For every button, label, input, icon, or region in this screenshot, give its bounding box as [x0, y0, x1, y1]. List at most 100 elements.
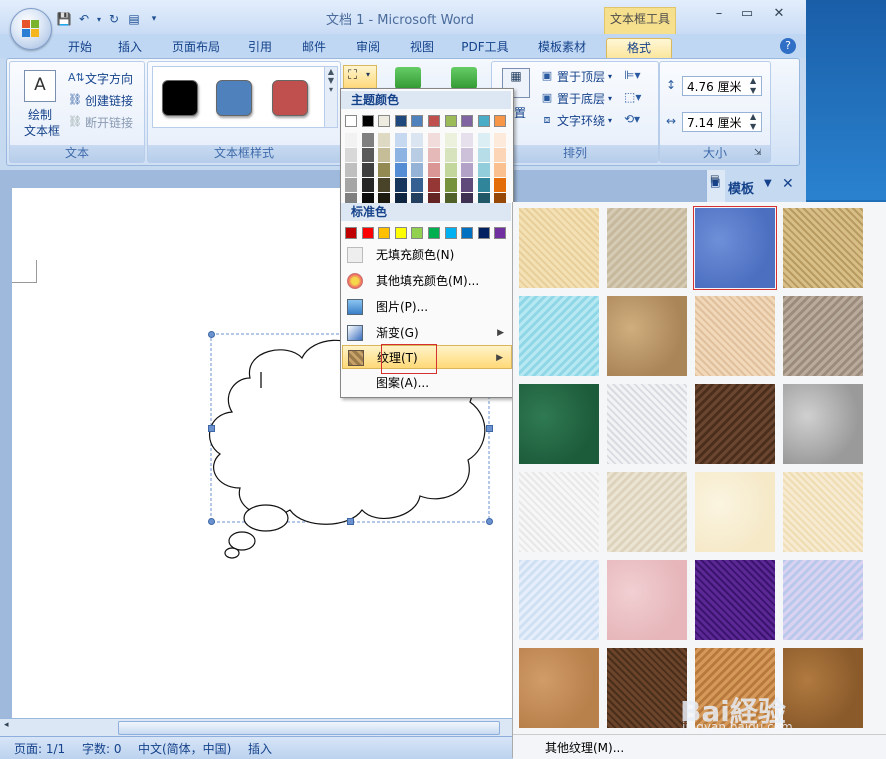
word-count[interactable]: 字数: 0 [82, 740, 122, 757]
tab-view[interactable]: 视图 [404, 38, 440, 58]
style-swatch-red[interactable] [272, 80, 308, 116]
close-button[interactable]: ✕ [764, 6, 794, 24]
texture-swatch-walnut[interactable] [607, 648, 687, 728]
texture-swatch-papyrus[interactable] [519, 208, 599, 288]
theme-shade-swatch[interactable] [428, 163, 440, 177]
theme-shade-swatch[interactable] [494, 163, 507, 177]
tab-home[interactable]: 开始 [62, 38, 98, 58]
tab-mailings[interactable]: 邮件 [296, 38, 332, 58]
theme-color-swatch[interactable] [394, 115, 407, 127]
height-spinner-icon[interactable]: ▲ ▼ [750, 76, 756, 96]
shadow-effects-icon[interactable] [395, 67, 421, 89]
theme-shade-swatch[interactable] [411, 178, 424, 192]
theme-shade-swatch[interactable] [477, 178, 490, 192]
texture-swatch-brown-marble[interactable] [695, 384, 775, 464]
theme-shade-swatch[interactable] [345, 133, 357, 147]
theme-color-swatch[interactable] [444, 115, 457, 127]
tab-format[interactable]: 格式 [606, 38, 672, 59]
theme-shade-swatch[interactable] [378, 163, 391, 177]
maximize-button[interactable]: ▭ [732, 6, 762, 24]
theme-shade-swatch[interactable] [411, 133, 424, 147]
scroll-left-icon[interactable]: ◂ [4, 720, 9, 730]
theme-shade-swatch[interactable] [361, 163, 374, 177]
resize-handle[interactable] [486, 425, 493, 432]
texture-swatch-white-marble[interactable] [607, 384, 687, 464]
texture-swatch-sand[interactable] [783, 296, 863, 376]
close-pane-icon[interactable]: ✕ [782, 176, 794, 192]
shape-fill-button[interactable]: ⛶ ▾ [343, 65, 377, 89]
theme-shade-swatch[interactable] [428, 178, 440, 192]
minimize-button[interactable]: – [704, 6, 734, 24]
resize-handle[interactable] [208, 518, 215, 525]
pane-menu-icon[interactable]: ▼ [764, 178, 772, 189]
office-button[interactable] [10, 8, 52, 50]
insert-mode[interactable]: 插入 [248, 740, 272, 757]
texture-swatch-pink-tissue[interactable] [607, 560, 687, 640]
standard-color-swatch[interactable] [345, 227, 357, 239]
tab-page-layout[interactable]: 页面布局 [166, 38, 226, 58]
style-swatch-blue[interactable] [216, 80, 252, 116]
texture-swatch-water-droplets[interactable] [519, 296, 599, 376]
theme-color-swatch[interactable] [345, 115, 357, 127]
resize-handle[interactable] [208, 425, 215, 432]
theme-shade-swatch[interactable] [494, 178, 507, 192]
draw-textbox-icon[interactable]: A [24, 70, 56, 102]
menu-item-no-fill[interactable]: 无填充颜色(N) [342, 243, 512, 267]
rotate-icon[interactable]: ⟲▾ [624, 112, 640, 126]
gallery-scroll[interactable]: ▲ ▼ ▾ [324, 66, 338, 128]
bring-to-front-button[interactable]: ▣ 置于顶层 ▾ [540, 66, 612, 86]
texture-swatch-fish-fossil[interactable] [695, 296, 775, 376]
menu-item-more-colors[interactable]: 其他填充颜色(M)... [342, 269, 512, 293]
texture-swatch-parchment[interactable] [695, 472, 775, 552]
theme-shade-swatch[interactable] [494, 133, 507, 147]
texture-swatch-medium-wood[interactable] [783, 648, 863, 728]
theme-color-swatch[interactable] [361, 115, 374, 127]
theme-shade-swatch[interactable] [345, 163, 357, 177]
menu-item-gradient[interactable]: 渐变(G) ▶ [342, 321, 512, 345]
dialog-launcher-icon[interactable]: ⇲ [754, 148, 762, 158]
theme-shade-swatch[interactable] [411, 148, 424, 162]
texture-swatch-purple-mesh[interactable] [695, 560, 775, 640]
theme-shade-swatch[interactable] [444, 163, 457, 177]
more-textures-button[interactable]: 其他纹理(M)... [513, 734, 886, 759]
break-link-button[interactable]: ⛓ 断开链接 [68, 112, 133, 132]
3d-effects-icon[interactable] [451, 67, 477, 89]
theme-shade-swatch[interactable] [361, 148, 374, 162]
text-wrap-button[interactable]: ⧈ 文字环绕 ▾ [540, 110, 613, 130]
texture-swatch-newsprint[interactable] [519, 472, 599, 552]
resize-handle[interactable] [208, 331, 215, 338]
theme-color-swatch[interactable] [461, 115, 474, 127]
undo-dropdown-icon[interactable]: ▾ [96, 11, 102, 27]
theme-shade-swatch[interactable] [461, 163, 474, 177]
save-icon[interactable]: 💾 [56, 11, 72, 27]
standard-color-swatch[interactable] [411, 227, 424, 239]
theme-color-swatch[interactable] [378, 115, 391, 127]
theme-color-swatch[interactable] [428, 115, 440, 127]
tab-template-material[interactable]: 模板素材 [530, 38, 594, 58]
language-status[interactable]: 中文(简体，中国) [138, 740, 231, 757]
width-spinner-icon[interactable]: ▲ ▼ [750, 112, 756, 132]
standard-color-swatch[interactable] [394, 227, 407, 239]
help-icon[interactable]: ? [780, 38, 796, 54]
theme-color-swatch[interactable] [477, 115, 490, 127]
standard-color-swatch[interactable] [378, 227, 391, 239]
standard-color-swatch[interactable] [461, 227, 474, 239]
tab-review[interactable]: 审阅 [350, 38, 386, 58]
theme-color-swatch[interactable] [494, 115, 507, 127]
standard-color-swatch[interactable] [444, 227, 457, 239]
texture-swatch-denim[interactable] [693, 206, 777, 290]
page-count[interactable]: 页面: 1/1 [14, 740, 65, 757]
theme-shade-swatch[interactable] [477, 133, 490, 147]
theme-shade-swatch[interactable] [444, 148, 457, 162]
standard-color-swatch[interactable] [361, 227, 374, 239]
texture-swatch-granite[interactable] [783, 384, 863, 464]
theme-shade-swatch[interactable] [477, 163, 490, 177]
texture-swatch-bouquet[interactable] [783, 560, 863, 640]
resize-handle[interactable] [347, 518, 354, 525]
texture-swatch-woven-mat[interactable] [783, 208, 863, 288]
undo-icon[interactable]: ↶ [76, 11, 92, 27]
send-to-back-button[interactable]: ▣ 置于底层 ▾ [540, 88, 612, 108]
standard-color-swatch[interactable] [494, 227, 507, 239]
texture-swatch-cork[interactable] [519, 648, 599, 728]
theme-shade-swatch[interactable] [461, 148, 474, 162]
